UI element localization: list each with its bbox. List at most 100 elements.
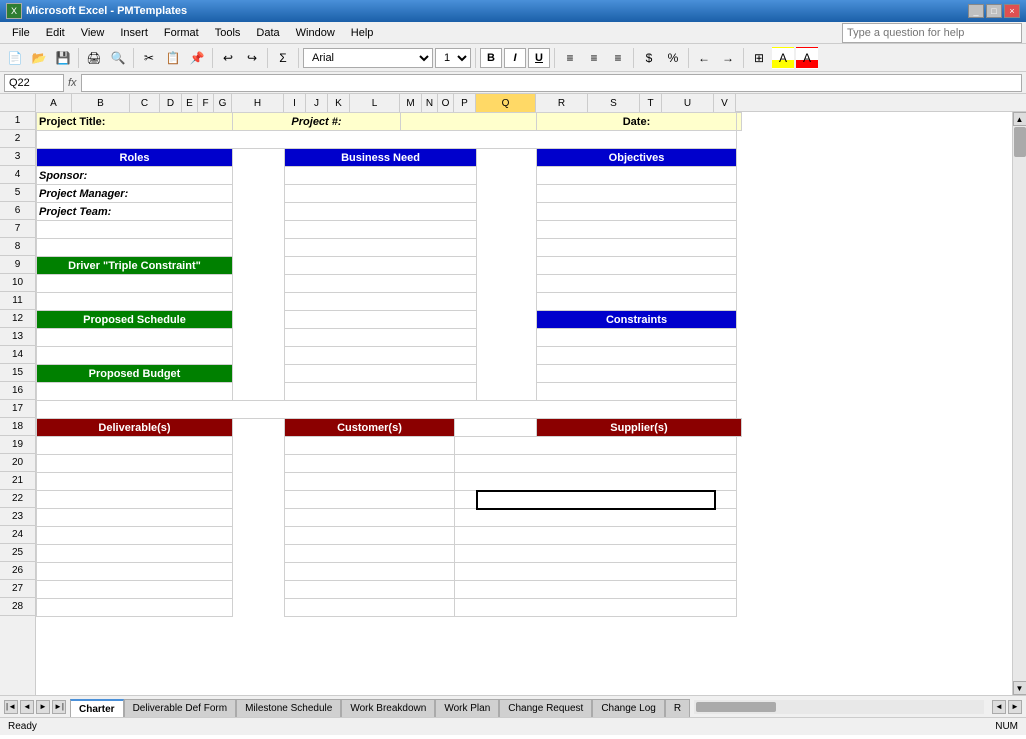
col-header-F[interactable]: F <box>198 94 214 112</box>
menu-edit[interactable]: Edit <box>38 25 73 41</box>
business-need-row10[interactable] <box>285 275 477 293</box>
col-header-U[interactable]: U <box>662 94 714 112</box>
col-header-G[interactable]: G <box>214 94 232 112</box>
row-header-25[interactable]: 25 <box>0 544 35 562</box>
suppliers-row25[interactable] <box>455 545 737 563</box>
align-right-button[interactable]: ≡ <box>607 47 629 69</box>
suppliers-row27[interactable] <box>455 581 737 599</box>
fill-color-button[interactable]: A <box>772 47 794 69</box>
col-header-I[interactable]: I <box>284 94 306 112</box>
col-header-B[interactable]: B <box>72 94 130 112</box>
bold-button[interactable]: B <box>480 48 502 68</box>
deliverables-row25[interactable] <box>37 545 233 563</box>
sponsor-label[interactable]: Sponsor: <box>37 167 233 185</box>
scroll-up-button[interactable]: ▲ <box>1013 112 1026 126</box>
objectives-header[interactable]: Objectives <box>537 149 737 167</box>
tab-last-button[interactable]: ►| <box>52 700 66 714</box>
paste-button[interactable]: 📌 <box>186 47 208 69</box>
hscroll-nav[interactable]: ◄ ► <box>988 696 1026 717</box>
customers-row23[interactable] <box>285 509 455 527</box>
tab-charter[interactable]: Charter <box>70 699 124 717</box>
business-need-row4[interactable] <box>285 167 477 185</box>
hscroll-thumb[interactable] <box>696 702 776 712</box>
row-header-11[interactable]: 11 <box>0 292 35 310</box>
cut-button[interactable]: ✂ <box>138 47 160 69</box>
tab-work-breakdown[interactable]: Work Breakdown <box>341 699 435 717</box>
row-header-8[interactable]: 8 <box>0 238 35 256</box>
triple-row10[interactable] <box>37 275 233 293</box>
col-header-L[interactable]: L <box>350 94 400 112</box>
col-header-R[interactable]: R <box>536 94 588 112</box>
tab-nav-controls[interactable]: |◄ ◄ ► ►| <box>0 696 70 717</box>
tab-work-plan[interactable]: Work Plan <box>435 699 499 717</box>
underline-button[interactable]: U <box>528 48 550 68</box>
col-header-T[interactable]: T <box>640 94 662 112</box>
tab-change-log[interactable]: Change Log <box>592 699 665 717</box>
row-header-21[interactable]: 21 <box>0 472 35 490</box>
business-need-row9[interactable] <box>285 257 477 275</box>
menu-view[interactable]: View <box>73 25 113 41</box>
date-label[interactable]: Date: <box>537 113 737 131</box>
tab-first-button[interactable]: |◄ <box>4 700 18 714</box>
restore-button[interactable]: □ <box>986 4 1002 18</box>
row-header-28[interactable]: 28 <box>0 598 35 616</box>
col-header-Q[interactable]: Q <box>476 94 536 112</box>
row-header-2[interactable]: 2 <box>0 130 35 148</box>
col-header-E[interactable]: E <box>182 94 198 112</box>
undo-button[interactable]: ↩ <box>217 47 239 69</box>
tab-milestone-schedule[interactable]: Milestone Schedule <box>236 699 341 717</box>
print-button[interactable]: 🖨 <box>83 47 105 69</box>
indent-decrease-button[interactable]: ← <box>693 47 715 69</box>
deliverables-row21[interactable] <box>37 473 233 491</box>
objectives-row8[interactable] <box>537 239 737 257</box>
customers-header[interactable]: Customer(s) <box>285 419 455 437</box>
constraints-row14[interactable] <box>537 347 737 365</box>
triple-constraint-header[interactable]: Driver "Triple Constraint" <box>37 257 233 275</box>
row-header-13[interactable]: 13 <box>0 328 35 346</box>
tab-change-request[interactable]: Change Request <box>499 699 592 717</box>
suppliers-row21[interactable] <box>455 473 737 491</box>
close-button[interactable]: × <box>1004 4 1020 18</box>
customers-row21[interactable] <box>285 473 455 491</box>
row-header-20[interactable]: 20 <box>0 454 35 472</box>
suppliers-row20[interactable] <box>455 455 737 473</box>
row-header-22[interactable]: 22 <box>0 490 35 508</box>
deliverables-header[interactable]: Deliverable(s) <box>37 419 233 437</box>
roles-row7[interactable] <box>37 221 233 239</box>
customers-row27[interactable] <box>285 581 455 599</box>
formula-input[interactable] <box>81 74 1022 92</box>
col-header-J[interactable]: J <box>306 94 328 112</box>
minimize-button[interactable]: _ <box>968 4 984 18</box>
deliverables-row23[interactable] <box>37 509 233 527</box>
col-header-O[interactable]: O <box>438 94 454 112</box>
customers-row26[interactable] <box>285 563 455 581</box>
tab-r[interactable]: R <box>665 699 690 717</box>
tab-prev-button[interactable]: ◄ <box>20 700 34 714</box>
row-header-14[interactable]: 14 <box>0 346 35 364</box>
col-header-H[interactable]: H <box>232 94 284 112</box>
suppliers-row28[interactable] <box>455 599 737 617</box>
col-header-A[interactable]: A <box>36 94 72 112</box>
customers-row28[interactable] <box>285 599 455 617</box>
menu-format[interactable]: Format <box>156 25 207 41</box>
row-header-6[interactable]: 6 <box>0 202 35 220</box>
indent-increase-button[interactable]: → <box>717 47 739 69</box>
project-manager-label[interactable]: Project Manager: <box>37 185 233 203</box>
col-header-S[interactable]: S <box>588 94 640 112</box>
font-color-button[interactable]: A <box>796 47 818 69</box>
roles-header[interactable]: Roles <box>37 149 233 167</box>
customers-row22[interactable] <box>285 491 455 509</box>
row-header-5[interactable]: 5 <box>0 184 35 202</box>
deliverables-row22[interactable] <box>37 491 233 509</box>
col-header-P[interactable]: P <box>454 94 476 112</box>
percent-button[interactable]: % <box>662 47 684 69</box>
project-number-value[interactable] <box>401 113 537 131</box>
date-value[interactable] <box>737 113 742 131</box>
project-team-label[interactable]: Project Team: <box>37 203 233 221</box>
redo-button[interactable]: ↪ <box>241 47 263 69</box>
align-left-button[interactable]: ≡ <box>559 47 581 69</box>
business-need-header[interactable]: Business Need <box>285 149 477 167</box>
window-controls[interactable]: _ □ × <box>968 4 1020 18</box>
deliverables-row20[interactable] <box>37 455 233 473</box>
constraints-header[interactable]: Constraints <box>537 311 737 329</box>
